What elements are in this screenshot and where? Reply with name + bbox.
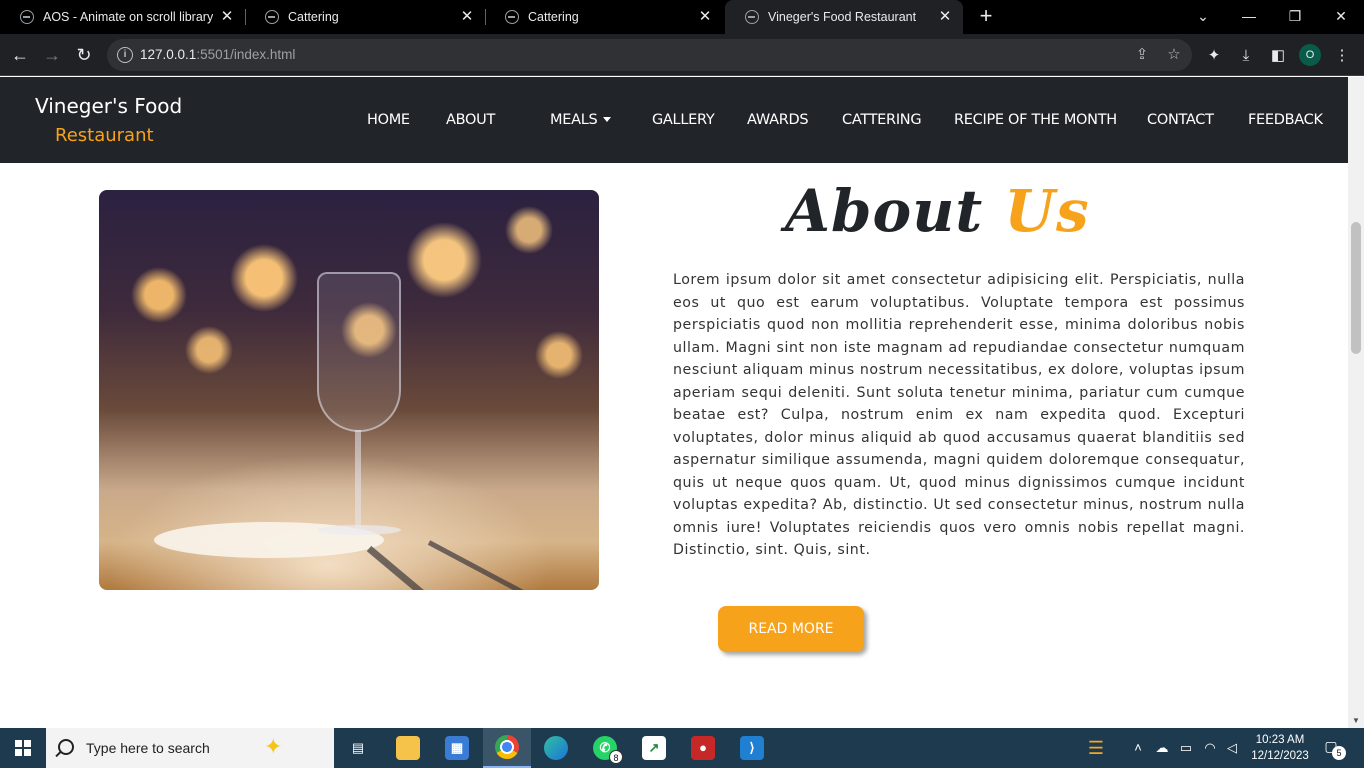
browser-tab[interactable]: Cattering ✕ — [485, 0, 723, 34]
about-paragraph: Lorem ipsum dolor sit amet consectetur a… — [673, 272, 1245, 558]
side-panel-icon[interactable]: ◧ — [1267, 45, 1289, 67]
page-viewport: Vineger's Food Restaurant HOME ABOUT MEA… — [0, 77, 1364, 728]
whatsapp-button[interactable]: ✆ 8 — [581, 728, 629, 768]
address-bar[interactable]: i 127.0.0.1:5501/index.html ⇪ ☆ — [107, 39, 1192, 71]
nav-cattering[interactable]: CATTERING — [842, 112, 922, 128]
battery-icon[interactable]: ▭ — [1176, 728, 1196, 768]
caret-down-icon — [603, 117, 612, 122]
profile-avatar[interactable]: O — [1299, 44, 1321, 66]
close-tab-icon[interactable]: ✕ — [937, 9, 953, 25]
globe-icon — [745, 10, 759, 24]
forward-icon[interactable]: → — [39, 42, 65, 68]
browser-tab[interactable]: Cattering ✕ — [245, 0, 486, 34]
vscode-icon: ⟩ — [740, 736, 764, 760]
sparkle-icon: ✦ — [264, 734, 283, 759]
weather-icon[interactable]: ☰ — [1082, 728, 1110, 768]
chrome-button[interactable] — [483, 728, 531, 768]
close-tab-icon[interactable]: ✕ — [697, 9, 713, 25]
tab-title: AOS - Animate on scroll library — [43, 10, 214, 24]
tab-search-icon[interactable]: ⌄ — [1180, 0, 1226, 34]
back-icon[interactable]: ← — [7, 42, 33, 68]
taskbar-search-box[interactable]: Type here to search ✦ — [46, 728, 334, 768]
microsoft-store-button[interactable]: ▦ — [433, 728, 481, 768]
info-icon[interactable]: i — [117, 47, 133, 63]
about-heading: About Us — [785, 177, 1090, 245]
task-view-button[interactable]: ▤ — [334, 728, 382, 768]
volume-icon[interactable]: ◁ — [1222, 728, 1242, 768]
browser-tab-strip: AOS - Animate on scroll library ✕ Catter… — [0, 0, 1364, 34]
new-tab-button[interactable]: + — [975, 5, 997, 27]
nav-recipe-of-the-month[interactable]: RECIPE OF THE MONTH — [954, 112, 1117, 128]
search-icon — [58, 739, 74, 755]
folder-icon — [396, 736, 420, 760]
close-window-icon[interactable]: ✕ — [1318, 0, 1364, 34]
close-tab-icon[interactable]: ✕ — [219, 9, 235, 25]
tab-title: Cattering — [528, 10, 579, 24]
notification-count-badge: 5 — [1332, 746, 1346, 760]
tab-title: Vineger's Food Restaurant — [768, 10, 917, 24]
windows-taskbar: Type here to search ✦ ▤ ▦ ✆ 8 ↗ ● ⟩ ☰ ˄ ☁… — [0, 728, 1364, 768]
browser-toolbar: ← → ↻ i 127.0.0.1:5501/index.html ⇪ ☆ ✦ … — [0, 34, 1364, 76]
nav-contact[interactable]: CONTACT — [1147, 112, 1214, 128]
onedrive-cloud-icon[interactable]: ☁ — [1152, 728, 1172, 768]
taskbar-clock[interactable]: 10:23 AM 12/12/2023 — [1244, 732, 1316, 764]
browser-tab-active[interactable]: Vineger's Food Restaurant ✕ — [725, 0, 963, 34]
edge-button[interactable] — [532, 728, 580, 768]
search-placeholder: Type here to search — [86, 740, 210, 756]
chrome-icon — [495, 735, 519, 759]
start-button[interactable] — [0, 728, 46, 768]
globe-icon — [265, 10, 279, 24]
globe-icon — [20, 10, 34, 24]
brand-name[interactable]: Vineger's Food — [35, 94, 182, 118]
share-icon[interactable]: ⇪ — [1132, 45, 1152, 65]
nav-gallery[interactable]: GALLERY — [652, 112, 715, 128]
wine-glass-shape — [317, 272, 401, 432]
vscode-button[interactable]: ⟩ — [728, 728, 776, 768]
stocks-app-button[interactable]: ↗ — [630, 728, 678, 768]
scrollbar-thumb[interactable] — [1351, 222, 1361, 354]
read-more-button[interactable]: READ MORE — [718, 606, 864, 652]
scroll-down-arrow-icon[interactable]: ▼ — [1351, 716, 1361, 726]
glass-base-shape — [317, 525, 401, 535]
reload-icon[interactable]: ↻ — [71, 42, 97, 68]
bookmark-star-icon[interactable]: ☆ — [1164, 45, 1184, 65]
file-explorer-button[interactable] — [384, 728, 432, 768]
tab-title: Cattering — [288, 10, 339, 24]
nav-feedback[interactable]: FEEDBACK — [1248, 112, 1323, 128]
whatsapp-badge: 8 — [609, 750, 623, 764]
site-navbar: Vineger's Food Restaurant HOME ABOUT MEA… — [0, 77, 1348, 163]
extensions-icon[interactable]: ✦ — [1203, 45, 1225, 67]
windows-logo-icon — [15, 740, 31, 756]
nav-awards[interactable]: AWARDS — [747, 112, 809, 128]
close-tab-icon[interactable]: ✕ — [459, 9, 475, 25]
nav-home[interactable]: HOME — [367, 112, 410, 128]
store-icon: ▦ — [445, 736, 469, 760]
clock-date: 12/12/2023 — [1251, 750, 1309, 762]
show-hidden-icons-icon[interactable]: ˄ — [1128, 728, 1148, 768]
menu-kebab-icon[interactable]: ⋮ — [1331, 45, 1353, 67]
recorder-app-button[interactable]: ● — [679, 728, 727, 768]
restaurant-table-image — [99, 190, 599, 590]
fork-shape — [427, 540, 598, 590]
nav-meals[interactable]: MEALS — [550, 112, 612, 128]
wifi-icon[interactable]: ◠ — [1200, 728, 1220, 768]
browser-tab[interactable]: AOS - Animate on scroll library ✕ — [0, 0, 246, 34]
restore-icon[interactable]: ❐ — [1272, 0, 1318, 34]
url-text[interactable]: 127.0.0.1:5501/index.html — [140, 47, 295, 62]
page-scrollbar[interactable]: ▼ — [1348, 77, 1364, 728]
globe-icon — [505, 10, 519, 24]
camera-icon: ● — [691, 736, 715, 760]
brand-subtitle[interactable]: Restaurant — [55, 125, 154, 146]
minimize-icon[interactable]: — — [1226, 0, 1272, 34]
clock-time: 10:23 AM — [1255, 734, 1305, 746]
download-icon[interactable]: ⤓ — [1235, 45, 1257, 67]
glass-stem-shape — [355, 430, 361, 530]
nav-about[interactable]: ABOUT — [446, 112, 495, 128]
edge-icon — [544, 736, 568, 760]
chart-app-icon: ↗ — [642, 736, 666, 760]
task-view-icon: ▤ — [351, 740, 365, 755]
